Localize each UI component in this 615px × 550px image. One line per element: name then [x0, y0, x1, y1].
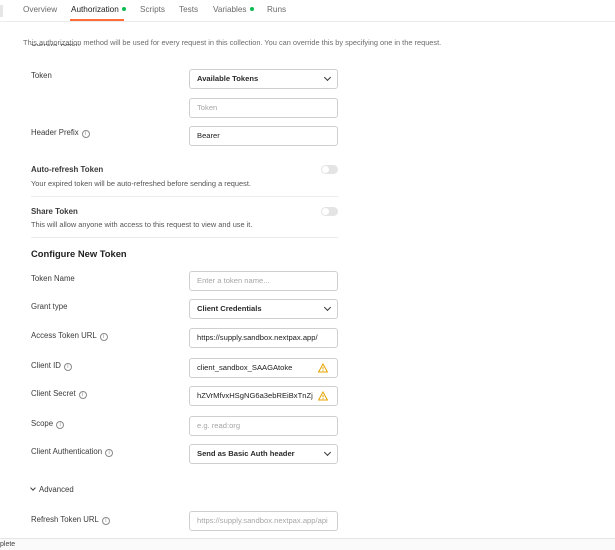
refresh-token-url-text: Refresh Token URL — [31, 515, 99, 524]
tab-overview[interactable]: Overview — [23, 5, 57, 14]
client-secret-label: Client Secret i — [31, 389, 87, 399]
tab-variables-label: Variables — [213, 5, 247, 14]
tab-runs[interactable]: Runs — [267, 5, 286, 14]
tab-tests[interactable]: Tests — [179, 5, 198, 14]
tab-variables[interactable]: Variables — [213, 5, 254, 14]
active-tab-indicator — [70, 19, 124, 21]
share-token-title: Share Token — [31, 207, 78, 216]
access-token-url-label: Access Token URL i — [31, 331, 108, 341]
divider — [31, 237, 338, 238]
token-name-input[interactable]: Enter a token name... — [189, 271, 338, 291]
token-input[interactable]: Token — [189, 98, 338, 118]
share-token-toggle[interactable] — [321, 207, 338, 216]
chevron-down-icon — [323, 303, 332, 312]
info-icon[interactable]: i — [99, 333, 108, 341]
client-authentication-value: Send as Basic Auth header — [197, 449, 295, 458]
tab-scripts[interactable]: Scripts — [140, 5, 165, 14]
available-tokens-value: Available Tokens — [197, 74, 259, 83]
client-secret-value: hZVrMfvxHSgNG6a3ebREiBxTnZj — [197, 391, 313, 400]
status-dot-icon — [249, 7, 254, 11]
available-tokens-select[interactable]: Available Tokens — [189, 69, 338, 89]
auto-refresh-toggle[interactable] — [321, 165, 338, 174]
warning-icon[interactable] — [318, 363, 328, 373]
client-id-input[interactable]: client_sandbox_SAAGAtoke — [189, 358, 338, 378]
advanced-label: Advanced — [39, 485, 74, 494]
header-prefix-input[interactable]: Bearer — [189, 126, 338, 146]
tab-authorization[interactable]: Authorization — [71, 5, 126, 14]
current-token-heading: Current Token — [31, 44, 80, 48]
warning-icon[interactable] — [318, 391, 328, 401]
access-token-url-input[interactable]: https://supply.sandbox.nextpax.app/ — [189, 328, 338, 348]
status-bar: plete — [0, 538, 615, 550]
token-label: Token — [31, 71, 52, 80]
access-token-url-text: Access Token URL — [31, 331, 97, 340]
client-authentication-label: Client Authentication i — [31, 447, 114, 457]
info-icon[interactable]: i — [105, 449, 114, 457]
client-id-label: Client ID i — [31, 361, 72, 371]
client-id-value: client_sandbox_SAAGAtoke — [197, 363, 293, 372]
advanced-toggle[interactable]: Advanced — [30, 485, 74, 494]
client-authentication-text: Client Authentication — [31, 447, 103, 456]
tab-authorization-label: Authorization — [71, 5, 119, 14]
chevron-down-icon — [323, 73, 332, 82]
auto-refresh-title: Auto-refresh Token — [31, 165, 104, 174]
divider — [31, 196, 338, 197]
info-icon[interactable]: i — [78, 391, 87, 399]
auto-refresh-description: Your expired token will be auto-refreshe… — [31, 179, 251, 188]
share-token-description: This will allow anyone with access to th… — [31, 220, 253, 229]
token-name-label: Token Name — [31, 274, 75, 283]
grant-type-label: Grant type — [31, 302, 68, 311]
scope-text: Scope — [31, 419, 54, 428]
info-icon[interactable]: i — [101, 517, 110, 525]
configure-new-token-heading: Configure New Token — [31, 248, 127, 259]
status-dot-icon — [121, 7, 126, 11]
client-secret-input[interactable]: hZVrMfvxHSgNG6a3ebREiBxTnZj — [189, 386, 338, 406]
grant-type-select[interactable]: Client Credentials — [189, 299, 338, 319]
refresh-token-url-label: Refresh Token URL i — [31, 515, 110, 525]
header-prefix-label: Header Prefix i — [31, 128, 90, 138]
chevron-down-icon — [323, 448, 332, 457]
status-text: plete — [0, 541, 16, 548]
info-icon[interactable]: i — [81, 130, 90, 138]
chevron-down-icon — [30, 485, 36, 491]
grant-type-value: Client Credentials — [197, 304, 262, 313]
header-prefix-text: Header Prefix — [31, 128, 79, 137]
refresh-token-url-input[interactable]: https://supply.sandbox.nextpax.app/api — [189, 511, 338, 531]
client-id-text: Client ID — [31, 361, 61, 370]
auth-info-banner: This authorization method will be used f… — [23, 38, 442, 47]
scope-input[interactable]: e.g. read:org — [189, 416, 338, 436]
info-icon[interactable]: i — [56, 421, 65, 429]
tab-bar: Overview Authorization Scripts Tests Var… — [0, 0, 615, 22]
info-icon[interactable]: i — [63, 363, 72, 371]
sidebar-edge — [0, 5, 3, 17]
client-secret-text: Client Secret — [31, 389, 76, 398]
client-authentication-select[interactable]: Send as Basic Auth header — [189, 444, 338, 464]
scope-label: Scope i — [31, 419, 65, 429]
